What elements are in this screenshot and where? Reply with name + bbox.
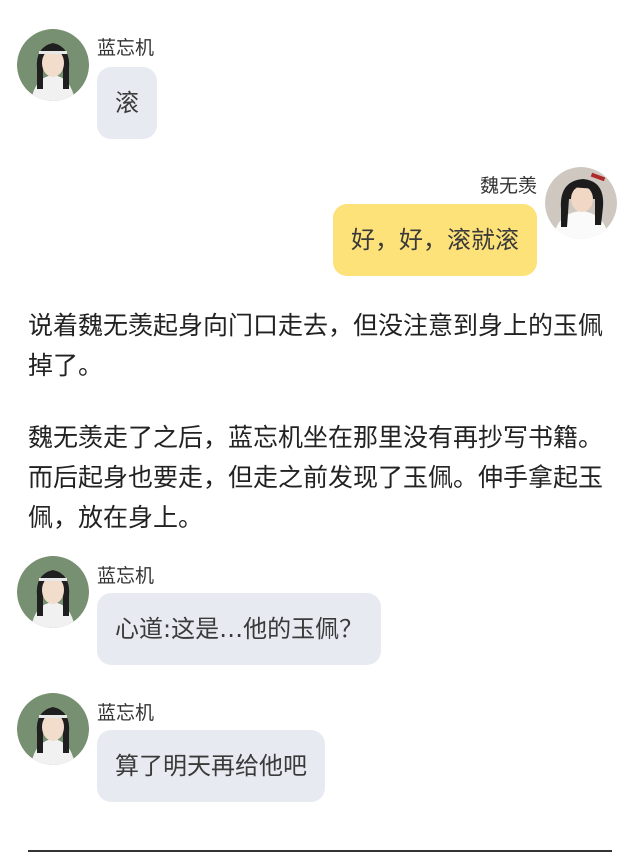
lan-wangji-avatar[interactable] (17, 556, 89, 628)
lan-wangji-avatar[interactable] (17, 29, 89, 101)
message-bubble[interactable]: 滚 (97, 67, 157, 139)
message-bubble[interactable]: 心道:这是…他的玉佩？ (97, 593, 382, 665)
narration-paragraph: 魏无羡走了之后，蓝忘机坐在那里没有再抄写书籍。而后起身也要走，但走之前发现了玉佩… (28, 423, 604, 532)
speaker-name: 蓝忘机 (97, 565, 155, 587)
speaker-name: 蓝忘机 (97, 702, 155, 724)
message-bubble[interactable]: 好，好，滚就滚 (333, 204, 537, 276)
speaker-name: 魏无羡 (479, 175, 537, 197)
narration-paragraph: 说着魏无羡起身向门口走去，但没注意到身上的玉佩掉了。 (28, 311, 604, 380)
wei-wuxian-avatar[interactable] (545, 167, 617, 239)
bottom-divider (28, 850, 612, 852)
speaker-name: 蓝忘机 (97, 37, 155, 59)
lan-wangji-avatar-icon (17, 29, 89, 101)
lan-wangji-avatar[interactable] (17, 693, 89, 765)
wei-wuxian-avatar-icon (545, 167, 617, 239)
message-bubble[interactable]: 算了明天再给他吧 (97, 730, 325, 802)
lan-wangji-avatar-icon (17, 556, 89, 628)
lan-wangji-avatar-icon (17, 693, 89, 765)
